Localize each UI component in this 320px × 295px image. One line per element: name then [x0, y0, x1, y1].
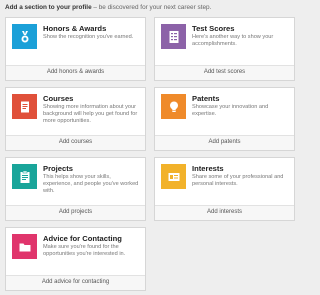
header-title: Add a section to your profile [5, 4, 92, 11]
advice-folder-icon [12, 234, 37, 259]
card-title: Test Scores [192, 24, 235, 33]
card-description: Here's another way to show your accompli… [192, 34, 274, 47]
card-description: Make sure you're found for the opportuni… [43, 244, 126, 257]
card-description: Showing more information about your back… [43, 104, 138, 124]
test-scores-icon [161, 24, 186, 49]
add-honors-awards-button[interactable]: Add honors & awards [6, 65, 145, 80]
card-title: Interests [192, 164, 224, 173]
card-description: Share some of your professional and pers… [192, 174, 284, 187]
patent-lightbulb-icon [161, 94, 186, 119]
card-description: Show the recognition you've earned. [43, 34, 134, 40]
courses-card: Courses Showing more information about y… [5, 87, 146, 151]
card-title: Projects [43, 164, 73, 173]
add-interests-button[interactable]: Add interests [155, 205, 294, 220]
add-advice-for-contacting-button[interactable]: Add advice for contacting [6, 275, 145, 290]
add-test-scores-button[interactable]: Add test scores [155, 65, 294, 80]
add-projects-button[interactable]: Add projects [6, 205, 145, 220]
projects-card: Projects This helps show your skills, ex… [5, 157, 146, 221]
test-scores-card: Test Scores Here's another way to show y… [154, 17, 295, 81]
add-courses-button[interactable]: Add courses [6, 135, 145, 150]
add-patents-button[interactable]: Add patents [155, 135, 294, 150]
header-subtitle: – be discovered for your next career ste… [91, 4, 212, 11]
award-medal-icon [12, 24, 37, 49]
section-header: Add a section to your profile – be disco… [5, 4, 297, 12]
honors-awards-card: Honors & Awards Show the recognition you… [5, 17, 146, 81]
interests-card-icon [161, 164, 186, 189]
card-title: Courses [43, 94, 74, 103]
card-title: Advice for Contacting [43, 234, 122, 243]
card-description: Showcase your innovation and expertise. [192, 104, 269, 117]
advice-for-contacting-card: Advice for Contacting Make sure you're f… [5, 227, 146, 291]
projects-clipboard-icon [12, 164, 37, 189]
card-title: Honors & Awards [43, 24, 107, 33]
patents-card: Patents Showcase your innovation and exp… [154, 87, 295, 151]
card-description: This helps show your skills, experience,… [43, 174, 139, 194]
card-title: Patents [192, 94, 220, 103]
interests-card: Interests Share some of your professiona… [154, 157, 295, 221]
courses-book-icon [12, 94, 37, 119]
